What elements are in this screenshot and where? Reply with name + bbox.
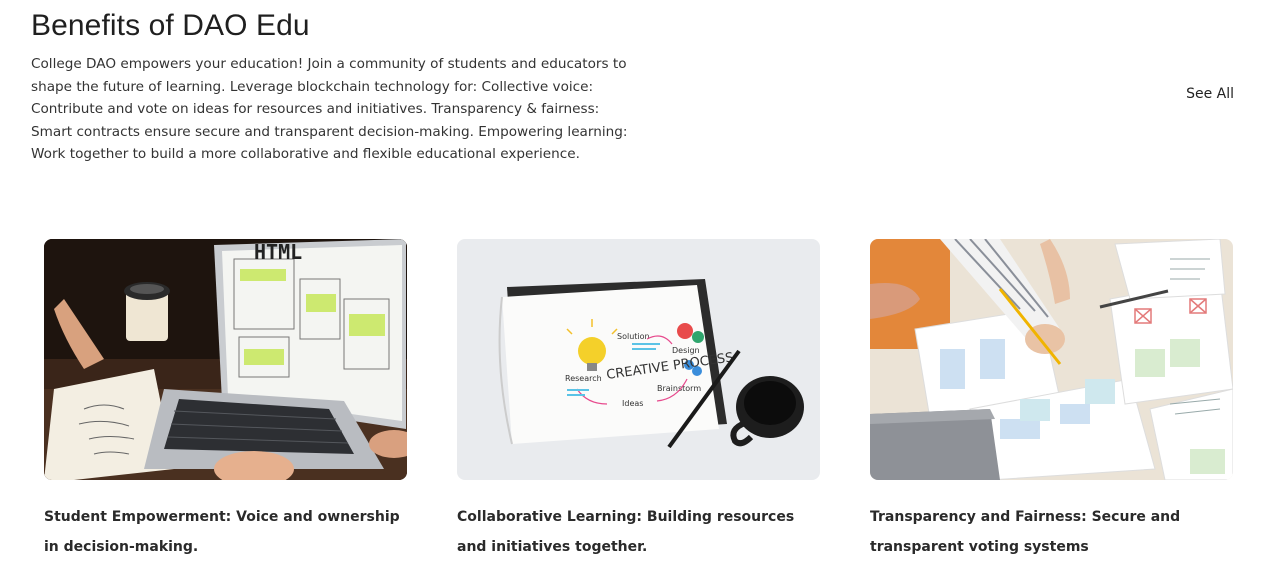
- section-title: Benefits of DAO Edu: [31, 9, 310, 42]
- design-label: Design: [672, 346, 700, 355]
- laptop-html-image: HTML: [44, 239, 407, 480]
- card-caption: Transparency and Fairness: Secure and tr…: [870, 509, 1181, 555]
- card-caption: Student Empowerment: Voice and ownership…: [44, 509, 400, 555]
- benefit-card-student-empowerment[interactable]: HTML Student Empowerment: Voice and owne…: [44, 239, 407, 562]
- wireframe-sketching-image: [870, 239, 1233, 480]
- creative-process-image: CREATIVE PROCESS Solution Design Brainst…: [457, 239, 820, 480]
- solution-label: Solution: [617, 332, 650, 341]
- see-all-link[interactable]: See All: [1186, 86, 1234, 102]
- brainstorm-label: Brainstorm: [657, 384, 701, 393]
- section-description: College DAO empowers your education! Joi…: [31, 56, 628, 163]
- research-label: Research: [565, 374, 602, 383]
- html-text: HTML: [254, 240, 302, 264]
- ideas-label: Ideas: [622, 399, 643, 408]
- benefit-card-collaborative-learning[interactable]: CREATIVE PROCESS Solution Design Brainst…: [457, 239, 820, 562]
- benefit-card-transparency-fairness[interactable]: Transparency and Fairness: Secure and tr…: [870, 239, 1233, 562]
- card-caption: Collaborative Learning: Building resourc…: [457, 509, 795, 555]
